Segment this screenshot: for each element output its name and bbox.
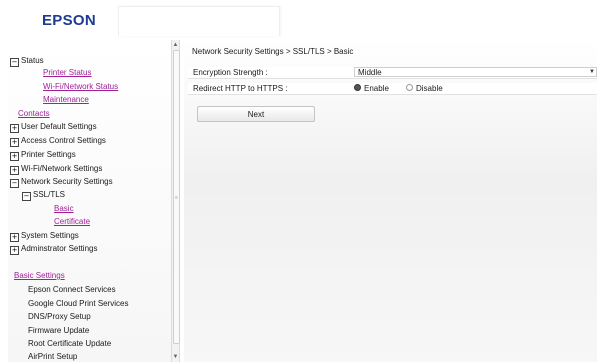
sidebar-link-basic-settings[interactable]: Basic Settings xyxy=(14,271,65,281)
collapse-icon[interactable]: − xyxy=(22,192,31,201)
sidebar-item-label: Printer Settings xyxy=(21,150,76,159)
sidebar-item-firmware-update[interactable]: Firmware Update xyxy=(28,326,89,336)
sidebar-item-dns-proxy[interactable]: DNS/Proxy Setup xyxy=(28,312,91,322)
sidebar-item-label: Wi-Fi/Network Settings xyxy=(21,164,103,173)
expand-icon[interactable]: + xyxy=(10,246,19,255)
radio-unselected-icon[interactable] xyxy=(406,84,413,91)
sidebar-item-adminstrator-settings[interactable]: + Adminstrator Settings xyxy=(10,244,97,255)
sidebar-item-status[interactable]: − Status xyxy=(10,56,44,67)
scroll-up-arrow-icon[interactable]: ▲ xyxy=(172,41,179,49)
dropdown-arrow-icon[interactable]: ▼ xyxy=(589,68,595,77)
sidebar-item-label: Access Control Settings xyxy=(21,136,106,145)
sidebar-item-system-settings[interactable]: + System Settings xyxy=(10,231,79,242)
expand-icon[interactable]: + xyxy=(10,124,19,133)
sidebar-link-certificate[interactable]: Certificate xyxy=(54,217,90,227)
sidebar-item-label: Network Security Settings xyxy=(21,177,113,186)
encryption-strength-label: Encryption Strength : xyxy=(193,68,268,77)
breadcrumb: Network Security Settings > SSL/TLS > Ba… xyxy=(192,47,354,56)
sidebar-item-network-security-settings[interactable]: − Network Security Settings xyxy=(10,177,113,188)
radio-selected-icon[interactable] xyxy=(354,84,361,91)
sidebar-link-printer-status[interactable]: Printer Status xyxy=(43,68,91,78)
collapse-icon[interactable]: − xyxy=(10,58,19,67)
sidebar-link-wifi-network-status[interactable]: Wi-Fi/Network Status xyxy=(43,82,118,92)
sidebar-item-user-default-settings[interactable]: + User Default Settings xyxy=(10,122,97,133)
sidebar-item-printer-settings[interactable]: + Printer Settings xyxy=(10,150,76,161)
collapse-icon[interactable]: − xyxy=(10,179,19,188)
main-panel: Network Security Settings > SSL/TLS > Ba… xyxy=(184,40,597,362)
sidebar-item-label: Adminstrator Settings xyxy=(21,244,98,253)
sidebar-scrollbar[interactable]: ▲ ≡ ▼ xyxy=(171,40,180,362)
expand-icon[interactable]: + xyxy=(10,152,19,161)
radio-disable-label: Disable xyxy=(416,84,443,93)
encryption-strength-value: Middle xyxy=(358,68,382,77)
expand-icon[interactable]: + xyxy=(10,166,19,175)
expand-icon[interactable]: + xyxy=(10,138,19,147)
sidebar-item-label: System Settings xyxy=(21,231,79,240)
sidebar-item-label: User Default Settings xyxy=(21,122,97,131)
sidebar-link-maintenance[interactable]: Maintenance xyxy=(43,95,89,105)
next-button[interactable]: Next xyxy=(197,106,315,122)
sidebar-item-label: SSL/TLS xyxy=(33,190,66,199)
grip-icon: ≡ xyxy=(175,195,178,201)
sidebar-item-epson-connect[interactable]: Epson Connect Services xyxy=(28,285,116,295)
sidebar-item-wifi-network-settings[interactable]: + Wi-Fi/Network Settings xyxy=(10,164,102,175)
encryption-strength-select[interactable]: Middle ▼ xyxy=(354,67,597,77)
sidebar-item-root-certificate-update[interactable]: Root Certificate Update xyxy=(28,339,111,349)
redirect-https-label: Redirect HTTP to HTTPS : xyxy=(193,84,288,93)
sidebar-link-contacts[interactable]: Contacts xyxy=(18,109,50,119)
sidebar-item-google-cloud-print[interactable]: Google Cloud Print Services xyxy=(28,299,129,309)
sidebar-link-basic[interactable]: Basic xyxy=(54,204,74,214)
encryption-strength-row: Encryption Strength : Middle ▼ xyxy=(188,67,597,79)
sidebar-item-access-control-settings[interactable]: + Access Control Settings xyxy=(10,136,106,147)
epson-logo: EPSON xyxy=(42,12,97,29)
sidebar-item-ssl-tls[interactable]: − SSL/TLS xyxy=(22,190,65,201)
scroll-thumb[interactable]: ≡ xyxy=(173,50,180,344)
header: EPSON xyxy=(0,0,597,38)
scroll-down-arrow-icon[interactable]: ▼ xyxy=(172,353,179,361)
radio-enable[interactable]: Enable xyxy=(354,84,389,93)
sidebar: − Status Printer Status Wi-Fi/Network Sta… xyxy=(8,40,171,362)
sidebar-item-airprint-setup[interactable]: AirPrint Setup xyxy=(28,352,77,362)
radio-disable[interactable]: Disable xyxy=(406,84,443,93)
redirect-https-row: Redirect HTTP to HTTPS : Enable Disable xyxy=(188,83,597,95)
radio-enable-label: Enable xyxy=(364,84,389,93)
header-tab xyxy=(118,6,280,36)
sidebar-item-label: Status xyxy=(21,56,44,65)
expand-icon[interactable]: + xyxy=(10,233,19,242)
